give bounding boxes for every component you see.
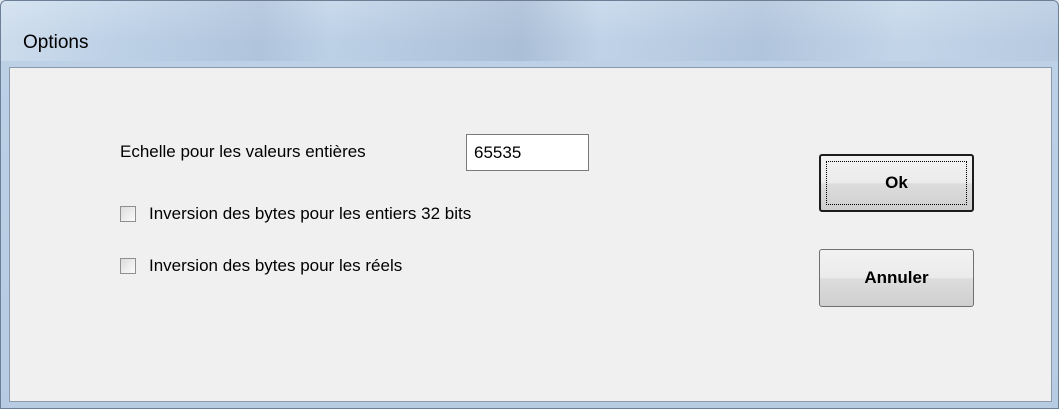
dialog-title: Options — [23, 32, 89, 53]
scale-input[interactable] — [466, 134, 589, 171]
checkbox-invert-int32-label[interactable]: Inversion des bytes pour les entiers 32 … — [149, 204, 471, 224]
checkbox-invert-reals-box[interactable] — [120, 258, 136, 274]
ok-button-label: Ok — [885, 173, 908, 192]
options-dialog: Options Echelle pour les valeurs entière… — [0, 0, 1059, 409]
ok-button[interactable]: Ok — [819, 154, 974, 212]
checkbox-invert-int32-box[interactable] — [120, 206, 136, 222]
checkbox-invert-reals-label[interactable]: Inversion des bytes pour les réels — [149, 256, 402, 276]
checkbox-invert-reals[interactable]: Inversion des bytes pour les réels — [120, 256, 402, 276]
scale-label: Echelle pour les valeurs entières — [120, 142, 366, 161]
cancel-button-label: Annuler — [864, 268, 929, 287]
title-bar-background — [1, 1, 1058, 61]
dialog-client-area: Echelle pour les valeurs entières Invers… — [9, 67, 1052, 402]
cancel-button[interactable]: Annuler — [819, 249, 974, 307]
checkbox-invert-int32[interactable]: Inversion des bytes pour les entiers 32 … — [120, 204, 471, 224]
